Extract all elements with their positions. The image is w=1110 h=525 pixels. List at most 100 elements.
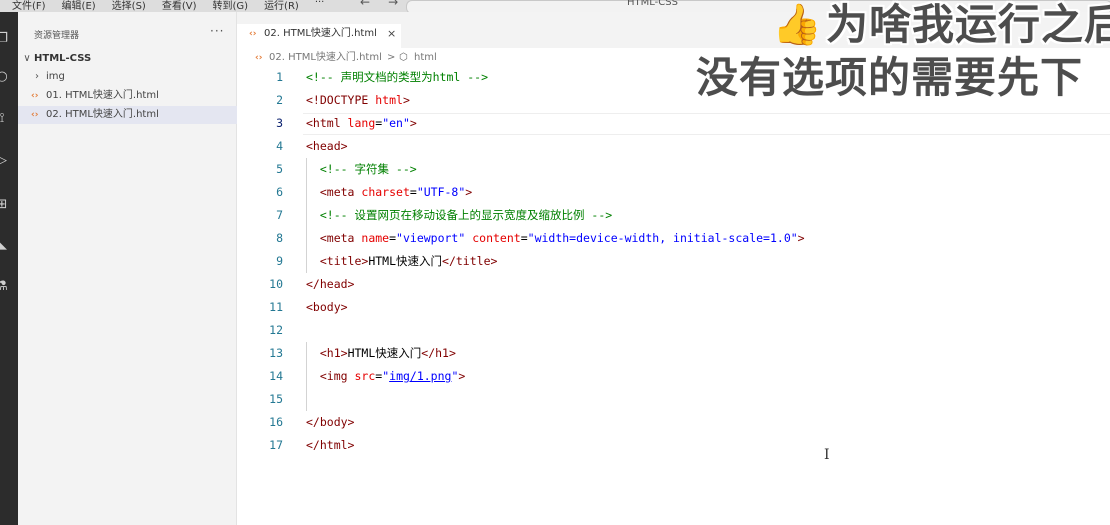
code-line[interactable]: 7 <!-- 设置网页在移动设备上的显示宽度及缩放比例 --> xyxy=(237,204,1110,227)
html-file-icon: ‹› xyxy=(255,53,263,63)
sidebar-title: 资源管理器 xyxy=(34,31,80,41)
tree-item-img[interactable]: › img xyxy=(18,68,237,86)
extensions-icon[interactable]: ⊞ xyxy=(0,198,9,212)
menu-view[interactable]: 查看(V) xyxy=(162,0,197,12)
menu-more[interactable]: ··· xyxy=(315,0,325,12)
line-number: 3 xyxy=(276,116,283,130)
code-token: "UTF-8" xyxy=(416,185,466,199)
line-number: 13 xyxy=(269,346,283,360)
line-source: <img src="img/1.png"> xyxy=(306,365,465,388)
line-source: <!-- 声明文档的类型为html --> xyxy=(306,66,488,89)
code-token: "width=device-width, initial-scale=1.0" xyxy=(527,231,798,245)
tree-item-label: img xyxy=(46,71,65,82)
code-token: > xyxy=(402,93,410,107)
code-token: = xyxy=(389,231,397,245)
code-token: <meta xyxy=(319,185,362,199)
code-line[interactable]: 16 </body> xyxy=(237,411,1110,434)
code-token: <meta xyxy=(319,231,362,245)
forward-arrow-icon[interactable]: → xyxy=(388,0,398,9)
code-token: img/1.png xyxy=(389,369,452,383)
line-number: 17 xyxy=(269,438,283,452)
command-center-label: HTML-CSS xyxy=(627,0,678,8)
code-line[interactable]: 4 <head> xyxy=(237,135,1110,158)
menu-go[interactable]: 转到(G) xyxy=(213,0,249,12)
line-source: <head> xyxy=(306,135,348,158)
code-token: <head> xyxy=(306,139,348,153)
remote-icon[interactable]: ◣ xyxy=(0,238,9,252)
code-token: </head> xyxy=(306,277,355,291)
code-line[interactable]: 9 <title>HTML快速入门</title> xyxy=(237,250,1110,273)
indent-guide xyxy=(306,158,307,273)
code-token: > xyxy=(797,231,805,245)
line-source: <!DOCTYPE html> xyxy=(306,89,410,112)
code-line[interactable]: 5 <!-- 字符集 --> xyxy=(237,158,1110,181)
code-line[interactable]: 15 xyxy=(237,388,1110,411)
line-source: <!-- 设置网页在移动设备上的显示宽度及缩放比例 --> xyxy=(306,204,612,227)
code-editor[interactable]: 1 <!-- 声明文档的类型为html --> 2 <!DOCTYPE html> 3 <… xyxy=(237,66,1110,525)
line-number: 8 xyxy=(276,231,283,245)
menu-list: 文件(F) 编辑(E) 选择(S) 查看(V) 转到(G) 运行(R) ··· xyxy=(12,0,324,12)
explorer-sidebar: 资源管理器 ··· ∨ HTML-CSS › img ‹› 01. HTML快速… xyxy=(18,12,237,525)
code-token: <img xyxy=(319,369,355,383)
indent-guide xyxy=(306,342,307,411)
line-number: 16 xyxy=(269,415,283,429)
line-number: 4 xyxy=(276,139,283,153)
breadcrumb-symbol[interactable]: html xyxy=(414,48,437,68)
code-token: </h1> xyxy=(421,346,456,360)
search-icon[interactable]: ○ xyxy=(0,70,9,84)
line-source: <html lang="en"> xyxy=(306,112,417,135)
code-token: content xyxy=(472,231,521,245)
code-token: </body> xyxy=(306,415,355,429)
menu-run[interactable]: 运行(R) xyxy=(264,0,299,12)
menu-edit[interactable]: 编辑(E) xyxy=(62,0,96,12)
code-token: </html> xyxy=(306,438,355,452)
explorer-icon[interactable]: ❐ xyxy=(0,32,9,46)
code-line[interactable]: 10 </head> xyxy=(237,273,1110,296)
code-token: html xyxy=(375,93,403,107)
code-token: charset xyxy=(361,185,410,199)
code-line[interactable]: 8 <meta name="viewport" content="width=d… xyxy=(237,227,1110,250)
code-line[interactable]: 13 <h1>HTML快速入门</h1> xyxy=(237,342,1110,365)
tree-item-file-02[interactable]: ‹› 02. HTML快速入门.html xyxy=(18,106,237,124)
code-token: <body> xyxy=(306,300,348,314)
code-token: = xyxy=(409,185,417,199)
line-source: <h1>HTML快速入门</h1> xyxy=(306,342,456,365)
code-token: > xyxy=(409,116,417,130)
line-number: 14 xyxy=(269,369,283,383)
html-file-icon: ‹› xyxy=(249,29,257,39)
run-debug-icon[interactable]: ▷ xyxy=(0,154,9,168)
code-token: HTML快速入门 xyxy=(368,254,443,268)
code-line[interactable]: 17 </html> xyxy=(237,434,1110,457)
more-actions-icon[interactable]: ··· xyxy=(210,24,224,38)
thumbs-up-icon: 👍 xyxy=(772,2,822,48)
line-number: 2 xyxy=(276,93,283,107)
back-arrow-icon[interactable]: ← xyxy=(360,0,370,9)
chevron-right-icon: › xyxy=(35,71,39,82)
source-control-icon[interactable]: ⟟ xyxy=(0,112,9,126)
code-line[interactable]: 14 <img src="img/1.png"> xyxy=(237,365,1110,388)
code-token: > xyxy=(458,369,466,383)
menu-file[interactable]: 文件(F) xyxy=(12,0,46,12)
caption-text-2: 没有选项的需要先下 xyxy=(696,53,1084,102)
code-line[interactable]: 11 <body> xyxy=(237,296,1110,319)
folder-root[interactable]: ∨ HTML-CSS xyxy=(18,50,237,68)
test-icon[interactable]: ⚗ xyxy=(0,280,9,294)
code-line[interactable]: 3 <html lang="en"> xyxy=(237,112,1110,135)
tab-label: 02. HTML快速入门.html xyxy=(264,28,377,39)
line-source: </head> xyxy=(306,273,354,296)
line-source: </body> xyxy=(306,411,354,434)
activity-bar: ❐ ○ ⟟ ▷ ⊞ ◣ ⚗ xyxy=(0,12,18,525)
menu-selection[interactable]: 选择(S) xyxy=(112,0,146,12)
code-line[interactable]: 6 <meta charset="UTF-8"> xyxy=(237,181,1110,204)
code-line[interactable]: 12 xyxy=(237,319,1110,342)
line-number: 10 xyxy=(269,277,283,291)
breadcrumb-file[interactable]: 02. HTML快速入门.html xyxy=(269,48,382,68)
close-icon[interactable]: × xyxy=(387,24,396,44)
tab-02-html[interactable]: ‹› 02. HTML快速入门.html × xyxy=(237,24,401,48)
tree-item-file-01[interactable]: ‹› 01. HTML快速入门.html xyxy=(18,87,237,105)
